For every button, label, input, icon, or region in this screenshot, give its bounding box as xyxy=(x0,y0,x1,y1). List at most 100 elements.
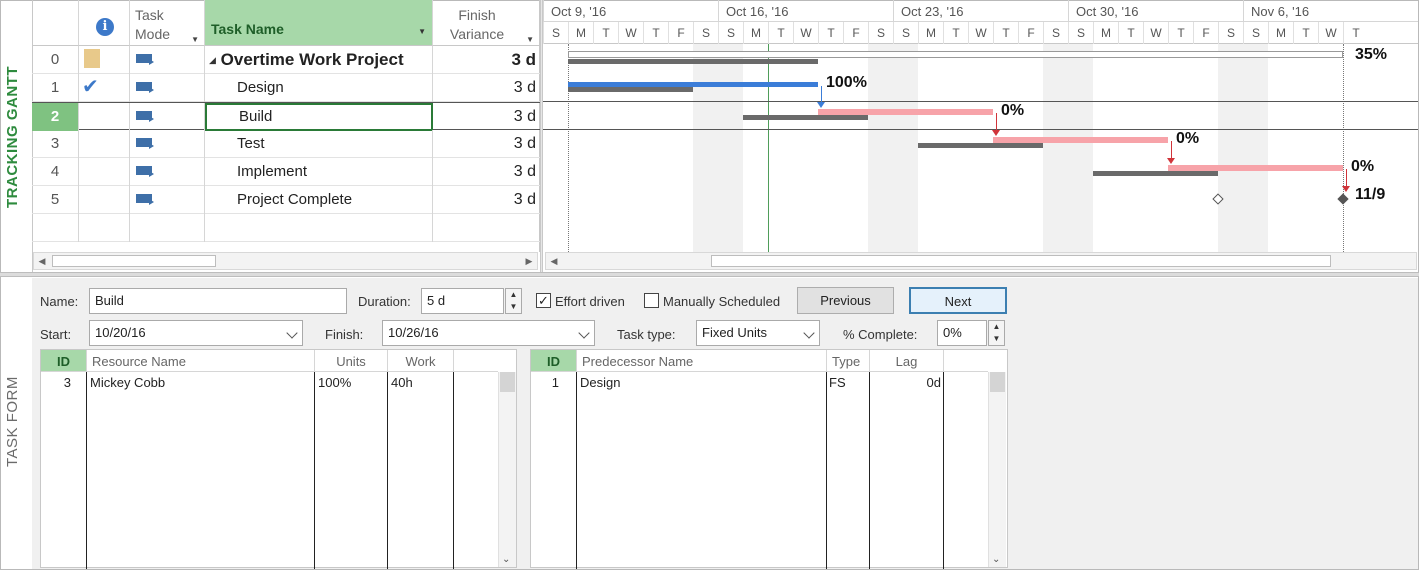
day-label: S xyxy=(1043,22,1068,44)
day-label: F xyxy=(843,22,868,44)
checkmark-icon: ✔ xyxy=(79,74,130,102)
current-date-line xyxy=(768,44,769,252)
type-header[interactable]: Type xyxy=(827,350,870,372)
summary-bar[interactable] xyxy=(568,51,1343,58)
task-row[interactable]: 0 ◢ Overtime Work Project 3 d xyxy=(32,46,540,74)
units-cell[interactable]: 100% xyxy=(318,374,351,392)
duration-field[interactable]: 5 d xyxy=(421,288,504,314)
predecessors-vertical-scrollbar[interactable]: ⌄ xyxy=(988,372,1006,567)
grid-column-line xyxy=(315,372,388,569)
work-header[interactable]: Work xyxy=(388,350,454,372)
scroll-thumb[interactable] xyxy=(500,372,515,392)
resources-vertical-scrollbar[interactable]: ⌄ xyxy=(498,372,516,567)
work-cell[interactable]: 40h xyxy=(391,374,413,392)
task-name-cell[interactable]: Project Complete xyxy=(205,186,433,214)
task-name-cell[interactable]: Implement xyxy=(205,158,433,186)
day-label: M xyxy=(918,22,943,44)
scroll-thumb[interactable] xyxy=(711,255,1331,267)
task-form-view-label: TASK FORM xyxy=(4,376,21,468)
finish-variance-header[interactable]: Finish Variance ▼ xyxy=(433,0,540,46)
task-name-field[interactable]: Build xyxy=(89,288,347,314)
tracking-gantt-chart: Oct 9, '16 Oct 16, '16 Oct 23, '16 Oct 3… xyxy=(543,0,1418,252)
task-name-cell[interactable]: ◢ Overtime Work Project xyxy=(205,46,433,74)
gantt-horizontal-scrollbar[interactable]: ◀ xyxy=(545,252,1417,270)
task-type-select[interactable]: Fixed Units xyxy=(696,320,820,346)
sheet-horizontal-scrollbar[interactable]: ◀ ▶ xyxy=(33,252,538,270)
task-row[interactable]: 5 Project Complete 3 d xyxy=(32,186,540,214)
note-icon[interactable] xyxy=(84,49,100,68)
task-name-cell[interactable]: Design xyxy=(205,74,433,102)
day-label: T xyxy=(643,22,668,44)
chevron-down-icon[interactable] xyxy=(578,327,590,339)
chevron-down-icon[interactable] xyxy=(803,327,815,339)
predecessor-name-header[interactable]: Predecessor Name xyxy=(577,350,827,372)
predecessor-id-header[interactable]: ID xyxy=(531,350,577,372)
row-id: 1 xyxy=(32,74,79,102)
predecessor-name-cell[interactable]: Design xyxy=(580,374,620,392)
task-name-cell-active[interactable]: Build xyxy=(205,103,433,131)
scroll-thumb[interactable] xyxy=(990,372,1005,392)
day-label: T xyxy=(943,22,968,44)
finish-variance-cell[interactable]: 3 d xyxy=(433,74,540,102)
indicators-header[interactable]: i xyxy=(79,0,130,46)
units-header[interactable]: Units xyxy=(315,350,388,372)
day-label: T xyxy=(1343,22,1368,44)
task-row-selected[interactable]: 2 Build 3 d xyxy=(32,102,540,131)
start-date-field[interactable]: 10/20/16 xyxy=(89,320,303,346)
scroll-left-icon[interactable]: ◀ xyxy=(34,253,50,269)
chevron-down-icon[interactable]: ⌄ xyxy=(502,554,510,565)
predecessor-id-cell[interactable]: 1 xyxy=(531,374,559,392)
nonworking-time-shade xyxy=(1218,44,1268,252)
task-form: Name: Build Duration: 5 d ▲ ▼ ✓ Effort dr… xyxy=(32,278,1418,569)
select-all-header[interactable] xyxy=(32,0,79,46)
resource-name-cell[interactable]: Mickey Cobb xyxy=(90,374,165,392)
task-mode-header[interactable]: Task Mode ▼ xyxy=(130,0,205,46)
day-label: S xyxy=(693,22,718,44)
task-name-cell[interactable] xyxy=(205,214,433,242)
next-button[interactable]: Next xyxy=(909,287,1007,314)
dependency-link xyxy=(996,113,997,131)
resource-name-header[interactable]: Resource Name xyxy=(87,350,315,372)
task-name: Overtime Work Project xyxy=(220,50,404,69)
scroll-thumb[interactable] xyxy=(52,255,216,267)
milestone-icon[interactable] xyxy=(1337,193,1349,205)
task-row[interactable]: 1 ✔ Design 3 d xyxy=(32,74,540,102)
percent-complete-field[interactable]: 0% xyxy=(937,320,987,346)
mode-cell xyxy=(130,186,205,214)
type-cell[interactable]: FS xyxy=(829,374,846,392)
task-name-cell[interactable]: Test xyxy=(205,130,433,158)
finish-variance-cell[interactable]: 3 d xyxy=(433,158,540,186)
finish-variance-cell[interactable]: 3 d xyxy=(433,103,540,131)
resource-id-cell[interactable]: 3 xyxy=(41,374,71,392)
chevron-down-icon[interactable]: ⌄ xyxy=(992,554,1000,565)
manually-scheduled-checkbox[interactable] xyxy=(644,293,659,308)
day-label: T xyxy=(768,22,793,44)
task-name-header[interactable]: Task Name ▼ xyxy=(205,0,433,46)
resource-id-header[interactable]: ID xyxy=(41,350,87,372)
collapse-triangle-icon[interactable]: ◢ xyxy=(209,55,216,65)
finish-variance-cell[interactable]: 3 d xyxy=(433,130,540,158)
spin-down-icon[interactable]: ▼ xyxy=(506,301,521,313)
spin-down-icon[interactable]: ▼ xyxy=(989,333,1004,345)
finish-variance-cell[interactable]: 3 d xyxy=(433,46,540,74)
empty-row[interactable] xyxy=(32,214,540,242)
scroll-left-icon[interactable]: ◀ xyxy=(546,253,562,269)
finish-variance-cell[interactable]: 3 d xyxy=(433,186,540,214)
finish-date-value: 10/26/16 xyxy=(388,325,439,340)
finish-date-field[interactable]: 10/26/16 xyxy=(382,320,595,346)
task-row[interactable]: 3 Test 3 d xyxy=(32,130,540,158)
spin-up-icon[interactable]: ▲ xyxy=(989,321,1004,333)
percent-complete-spinner[interactable]: ▲ ▼ xyxy=(988,320,1005,346)
lag-header[interactable]: Lag xyxy=(870,350,944,372)
scroll-right-icon[interactable]: ▶ xyxy=(521,253,537,269)
chevron-down-icon[interactable] xyxy=(286,327,298,339)
spin-up-icon[interactable]: ▲ xyxy=(506,289,521,301)
task-type-label: Task type: xyxy=(617,327,676,342)
task-row[interactable]: 4 Implement 3 d xyxy=(32,158,540,186)
duration-spinner[interactable]: ▲ ▼ xyxy=(505,288,522,314)
lag-cell[interactable]: 0d xyxy=(870,374,941,392)
split-bar[interactable] xyxy=(0,272,1419,277)
previous-button[interactable]: Previous xyxy=(797,287,894,314)
effort-driven-checkbox[interactable]: ✓ xyxy=(536,293,551,308)
name-label: Name: xyxy=(40,294,79,309)
